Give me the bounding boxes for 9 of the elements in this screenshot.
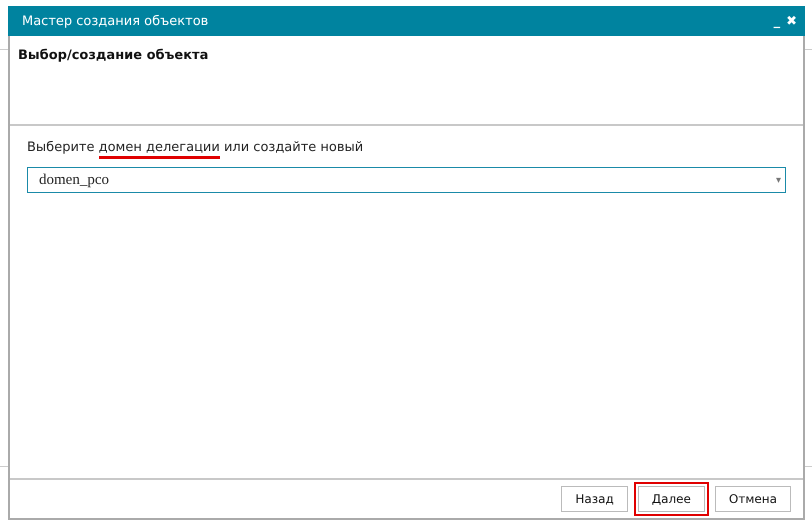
dialog-button[interactable]: Далее [638,486,705,512]
step-title: Выбор/создание объекта [18,48,208,63]
minimize-button[interactable]: _ [774,14,780,28]
dropdown-arrow-icon: ▾ [776,174,781,186]
close-button[interactable]: ✖ [786,14,797,28]
domain-select[interactable]: domen_pco ▾ [27,167,786,193]
window-title: Мастер создания объектов [22,14,208,28]
dialog-button[interactable]: Отмена [714,486,791,512]
dialog-button[interactable]: Назад [561,486,628,512]
